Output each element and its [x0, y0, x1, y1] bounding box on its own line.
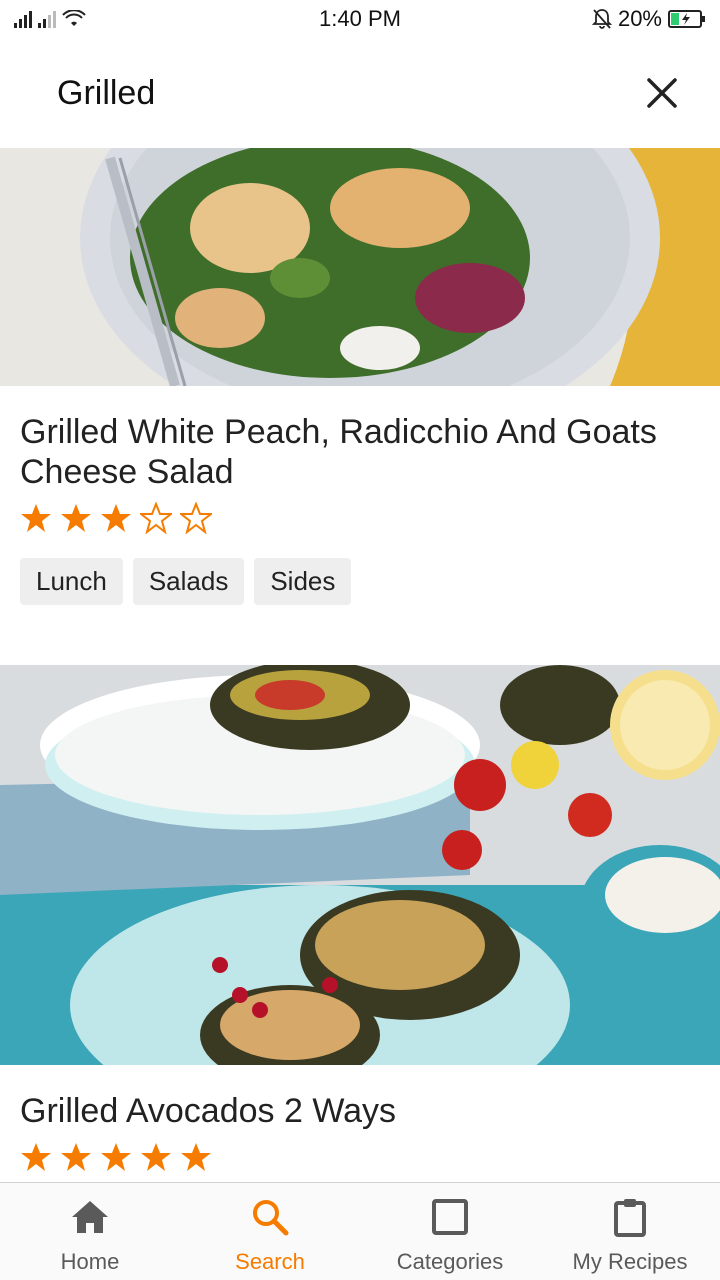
tag-chip[interactable]: Lunch: [20, 558, 123, 605]
signal-icon: [14, 10, 32, 28]
recipe-title[interactable]: Grilled White Peach, Radicchio And Goats…: [20, 412, 700, 492]
nav-label: Home: [60, 1249, 120, 1274]
bottom-navigation: Home Search Categories My Recipes: [0, 1182, 720, 1280]
recipe-image[interactable]: [0, 148, 720, 386]
battery-percent: 20%: [617, 6, 662, 31]
close-icon: [647, 78, 677, 108]
nav-label: My Recipes: [572, 1249, 688, 1274]
nav-label: Categories: [396, 1249, 504, 1274]
recipe-title[interactable]: Grilled Avocados 2 Ways: [20, 1091, 700, 1131]
recipe-card[interactable]: Grilled White Peach, Radicchio And Goats…: [0, 148, 720, 665]
battery-charging-icon: [668, 10, 705, 28]
star-filled-icon: [21, 504, 51, 532]
rating-stars: [20, 1141, 700, 1173]
nav-my-recipes[interactable]: My Recipes: [540, 1183, 720, 1280]
search-query-input[interactable]: Grilled: [57, 74, 640, 113]
bell-muted-icon: [591, 9, 612, 29]
home-icon: [68, 1195, 112, 1239]
star-filled-icon: [61, 1143, 91, 1171]
signal-icon-2: [38, 10, 56, 28]
star-outline-icon: [140, 502, 172, 534]
search-header: Grilled: [0, 38, 720, 148]
nav-home[interactable]: Home: [0, 1183, 180, 1280]
star-filled-icon: [61, 504, 91, 532]
nav-label: Search: [235, 1249, 305, 1274]
nav-categories[interactable]: Categories: [360, 1183, 540, 1280]
status-left: [14, 10, 214, 28]
clear-search-button[interactable]: [640, 71, 684, 115]
rating-stars: [20, 502, 700, 534]
wifi-icon: [62, 10, 86, 26]
star-filled-icon: [21, 1143, 51, 1171]
card-spacer: [0, 605, 720, 665]
nav-search[interactable]: Search: [180, 1183, 360, 1280]
clipboard-icon: [608, 1195, 652, 1239]
star-filled-icon: [101, 504, 131, 532]
recipe-body: Grilled Avocados 2 Ways: [0, 1065, 720, 1173]
tag-list: Lunch Salads Sides: [20, 558, 700, 605]
star-filled-icon: [141, 1143, 171, 1171]
tag-chip[interactable]: Salads: [132, 558, 245, 605]
status-bar: 1:40 PM 20%: [0, 0, 720, 38]
tag-chip[interactable]: Sides: [254, 558, 352, 605]
results-list[interactable]: Grilled White Peach, Radicchio And Goats…: [0, 148, 720, 1182]
search-icon: [248, 1195, 292, 1239]
status-right: 20%: [591, 6, 706, 32]
square-icon: [428, 1195, 472, 1239]
recipe-card[interactable]: Grilled Avocados 2 Ways: [0, 665, 720, 1173]
recipe-body: Grilled White Peach, Radicchio And Goats…: [0, 386, 720, 605]
star-filled-icon: [101, 1143, 131, 1171]
star-filled-icon: [181, 1143, 211, 1171]
recipe-image[interactable]: [0, 665, 720, 1065]
star-outline-icon: [180, 502, 212, 534]
